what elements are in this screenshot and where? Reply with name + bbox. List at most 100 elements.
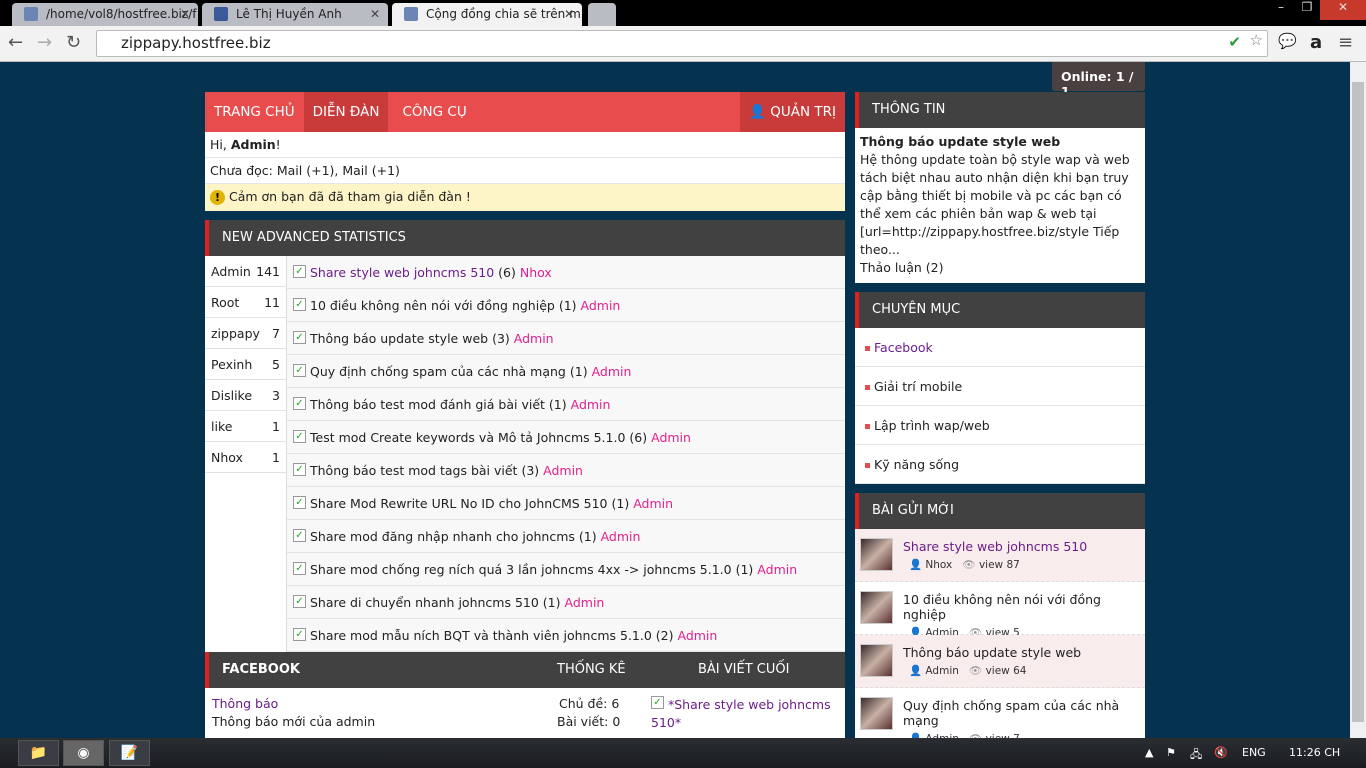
topic-link[interactable]: Thông báo test mod đánh giá bài viết — [310, 397, 545, 412]
category-label[interactable]: Kỹ năng sống — [874, 457, 959, 472]
user-row[interactable]: Dislike 3 — [205, 380, 286, 411]
back-icon[interactable]: ← — [8, 32, 23, 53]
extension-icon[interactable]: 💬 — [1278, 32, 1297, 50]
network-icon[interactable]: 🖧 — [1190, 746, 1202, 765]
user-name[interactable]: Nhox — [211, 450, 243, 472]
author-link[interactable]: Admin — [601, 529, 641, 544]
author-link[interactable]: Admin — [571, 397, 611, 412]
close-tab-icon[interactable]: ✕ — [370, 7, 380, 21]
web-page: Online: 1 / 1 TRANG CHỦ DIỄN ĐÀN CÔNG CỤ… — [0, 62, 1350, 738]
scrollbar[interactable] — [1350, 62, 1366, 738]
author-link[interactable]: Admin — [514, 331, 554, 346]
language-indicator[interactable]: ENG — [1242, 746, 1266, 759]
post-count: 1 — [272, 450, 280, 465]
user-name[interactable]: like — [211, 419, 232, 441]
author-link[interactable]: Admin — [677, 628, 717, 643]
topic-row: ✓ Share mod mẫu ních BQT và thành viên jo… — [287, 619, 845, 652]
file-explorer-icon[interactable]: 📁 — [18, 740, 59, 766]
maximize-button[interactable]: ❐ — [1294, 0, 1320, 20]
tray-arrow-icon[interactable]: ▲ — [1145, 746, 1153, 759]
user-row[interactable]: Root 11 — [205, 287, 286, 318]
nav-admin[interactable]: 👤 QUẢN TRỊ — [740, 92, 845, 132]
user-name[interactable]: Dislike — [211, 388, 252, 410]
topic-link[interactable]: Test mod Create keywords và Mô tả Johncm… — [310, 430, 625, 445]
amazon-icon[interactable]: a — [1310, 32, 1322, 53]
author-link[interactable]: Admin — [543, 463, 583, 478]
author-link[interactable]: Admin — [757, 562, 797, 577]
user-name[interactable]: Root — [211, 295, 239, 317]
notepad-icon[interactable]: 📝 — [109, 740, 150, 766]
check-icon: ✓ — [651, 696, 664, 709]
author-link[interactable]: Admin — [651, 430, 691, 445]
topic-link[interactable]: Share mod mẫu ních BQT và thành viên joh… — [310, 628, 652, 643]
category-item[interactable]: Lập trình wap/web — [855, 406, 1145, 445]
forward-icon[interactable]: → — [37, 32, 52, 53]
topic-link[interactable]: Share style web johncms 510 — [310, 265, 494, 280]
topic-link[interactable]: Share Mod Rewrite URL No ID cho JohnCMS … — [310, 496, 608, 511]
user-name[interactable]: zippapy — [211, 326, 260, 348]
forum-link[interactable]: Thông báo — [212, 696, 278, 711]
user-name[interactable]: Admin — [211, 264, 251, 286]
category-item[interactable]: Giải trí mobile — [855, 367, 1145, 406]
topic-link[interactable]: Share mod chống reg ních quá 3 lần johnc… — [310, 562, 732, 577]
topic-link[interactable]: 10 điều không nên nói với đồng nghiệp — [310, 298, 555, 313]
reply-count: (6) — [629, 430, 648, 445]
post-title-link[interactable]: Thông báo update style web — [903, 645, 1145, 660]
nav-home[interactable]: TRANG CHỦ — [205, 92, 304, 132]
category-item[interactable]: Facebook — [855, 328, 1145, 367]
topic-link[interactable]: Share di chuyển nhanh johncms 510 — [310, 595, 539, 610]
user-row[interactable]: Nhox 1 — [205, 442, 286, 473]
topic-link[interactable]: Share mod đăng nhập nhanh cho johncms — [310, 529, 575, 544]
close-tab-icon[interactable]: ✕ — [180, 7, 190, 21]
reload-icon[interactable]: ↻ — [66, 32, 81, 53]
check-icon: ✓ — [293, 364, 306, 377]
post-title-link[interactable]: 10 điều không nên nói với đồng nghiệp — [903, 592, 1145, 622]
address-bar[interactable]: zippapy.hostfree.biz ✔ ☆ — [96, 30, 1268, 57]
thumbs-down-icon — [24, 7, 38, 21]
nav-tools[interactable]: CÔNG CỤ — [388, 92, 475, 132]
check-icon: ✓ — [293, 595, 306, 608]
post-author[interactable]: Admin — [925, 665, 958, 677]
topic-link[interactable]: Thông báo update style web — [310, 331, 488, 346]
menu-icon[interactable]: ≡ — [1338, 32, 1353, 53]
volume-icon[interactable]: 🔇 — [1214, 746, 1228, 759]
scrollbar-thumb[interactable] — [1352, 82, 1364, 722]
browser-tab[interactable]: Lê Thị Huyền Anh ✕ — [202, 3, 388, 26]
close-window-button[interactable]: ✕ — [1320, 0, 1366, 20]
discuss-link[interactable]: Thảo luận (2) — [860, 259, 1140, 277]
category-label[interactable]: Lập trình wap/web — [874, 418, 990, 433]
mail-link[interactable]: Mail (+1) — [277, 163, 335, 178]
close-tab-icon[interactable]: ✕ — [564, 7, 574, 21]
user-row[interactable]: like 1 — [205, 411, 286, 442]
new-tab-button[interactable] — [588, 3, 616, 26]
category-label[interactable]: Facebook — [874, 340, 933, 355]
category-item[interactable]: Kỹ năng sống — [855, 445, 1145, 484]
user-name[interactable]: Pexinh — [211, 357, 252, 379]
browser-tab-active[interactable]: Cộng đồng chia sẽ trên m ✕ — [392, 3, 582, 26]
action-center-icon[interactable]: ⚑ — [1166, 746, 1176, 759]
recent-post: 10 điều không nên nói với đồng nghiệp 👤 A… — [855, 582, 1145, 639]
author-link[interactable]: Nhox — [520, 265, 552, 280]
browser-tab[interactable]: /home/vol8/hostfree.biz/f ✕ — [12, 3, 198, 26]
mail-link[interactable]: Mail (+1) — [342, 163, 400, 178]
bookmark-star-icon[interactable]: ☆ — [1250, 31, 1263, 49]
topic-link[interactable]: Quy định chống spam của các nhà mạng — [310, 364, 566, 379]
nav-forum[interactable]: DIỄN ĐÀN — [303, 92, 389, 132]
author-link[interactable]: Admin — [565, 595, 605, 610]
user-row[interactable]: Admin 141 — [205, 256, 286, 287]
author-link[interactable]: Admin — [633, 496, 673, 511]
post-title-link[interactable]: Share style web johncms 510 — [903, 539, 1145, 554]
chrome-icon[interactable]: ◉ — [63, 740, 104, 766]
author-link[interactable]: Admin — [592, 364, 632, 379]
main-nav: TRANG CHỦ DIỄN ĐÀN CÔNG CỤ 👤 QUẢN TRỊ — [205, 92, 845, 132]
user-row[interactable]: zippapy 7 — [205, 318, 286, 349]
topic-link[interactable]: Thông báo test mod tags bài viết — [310, 463, 517, 478]
post-author[interactable]: Nhox — [925, 559, 952, 571]
user-row[interactable]: Pexinh 5 — [205, 349, 286, 380]
minimize-button[interactable]: – — [1268, 0, 1294, 20]
category-label[interactable]: Giải trí mobile — [874, 379, 962, 394]
post-title-link[interactable]: Quy định chống spam của các nhà mạng — [903, 698, 1145, 728]
author-link[interactable]: Admin — [581, 298, 621, 313]
last-post-link[interactable]: ✓ *Share style web johncms 510* — [651, 696, 831, 732]
clock[interactable]: 11:26 CH — [1289, 746, 1340, 759]
